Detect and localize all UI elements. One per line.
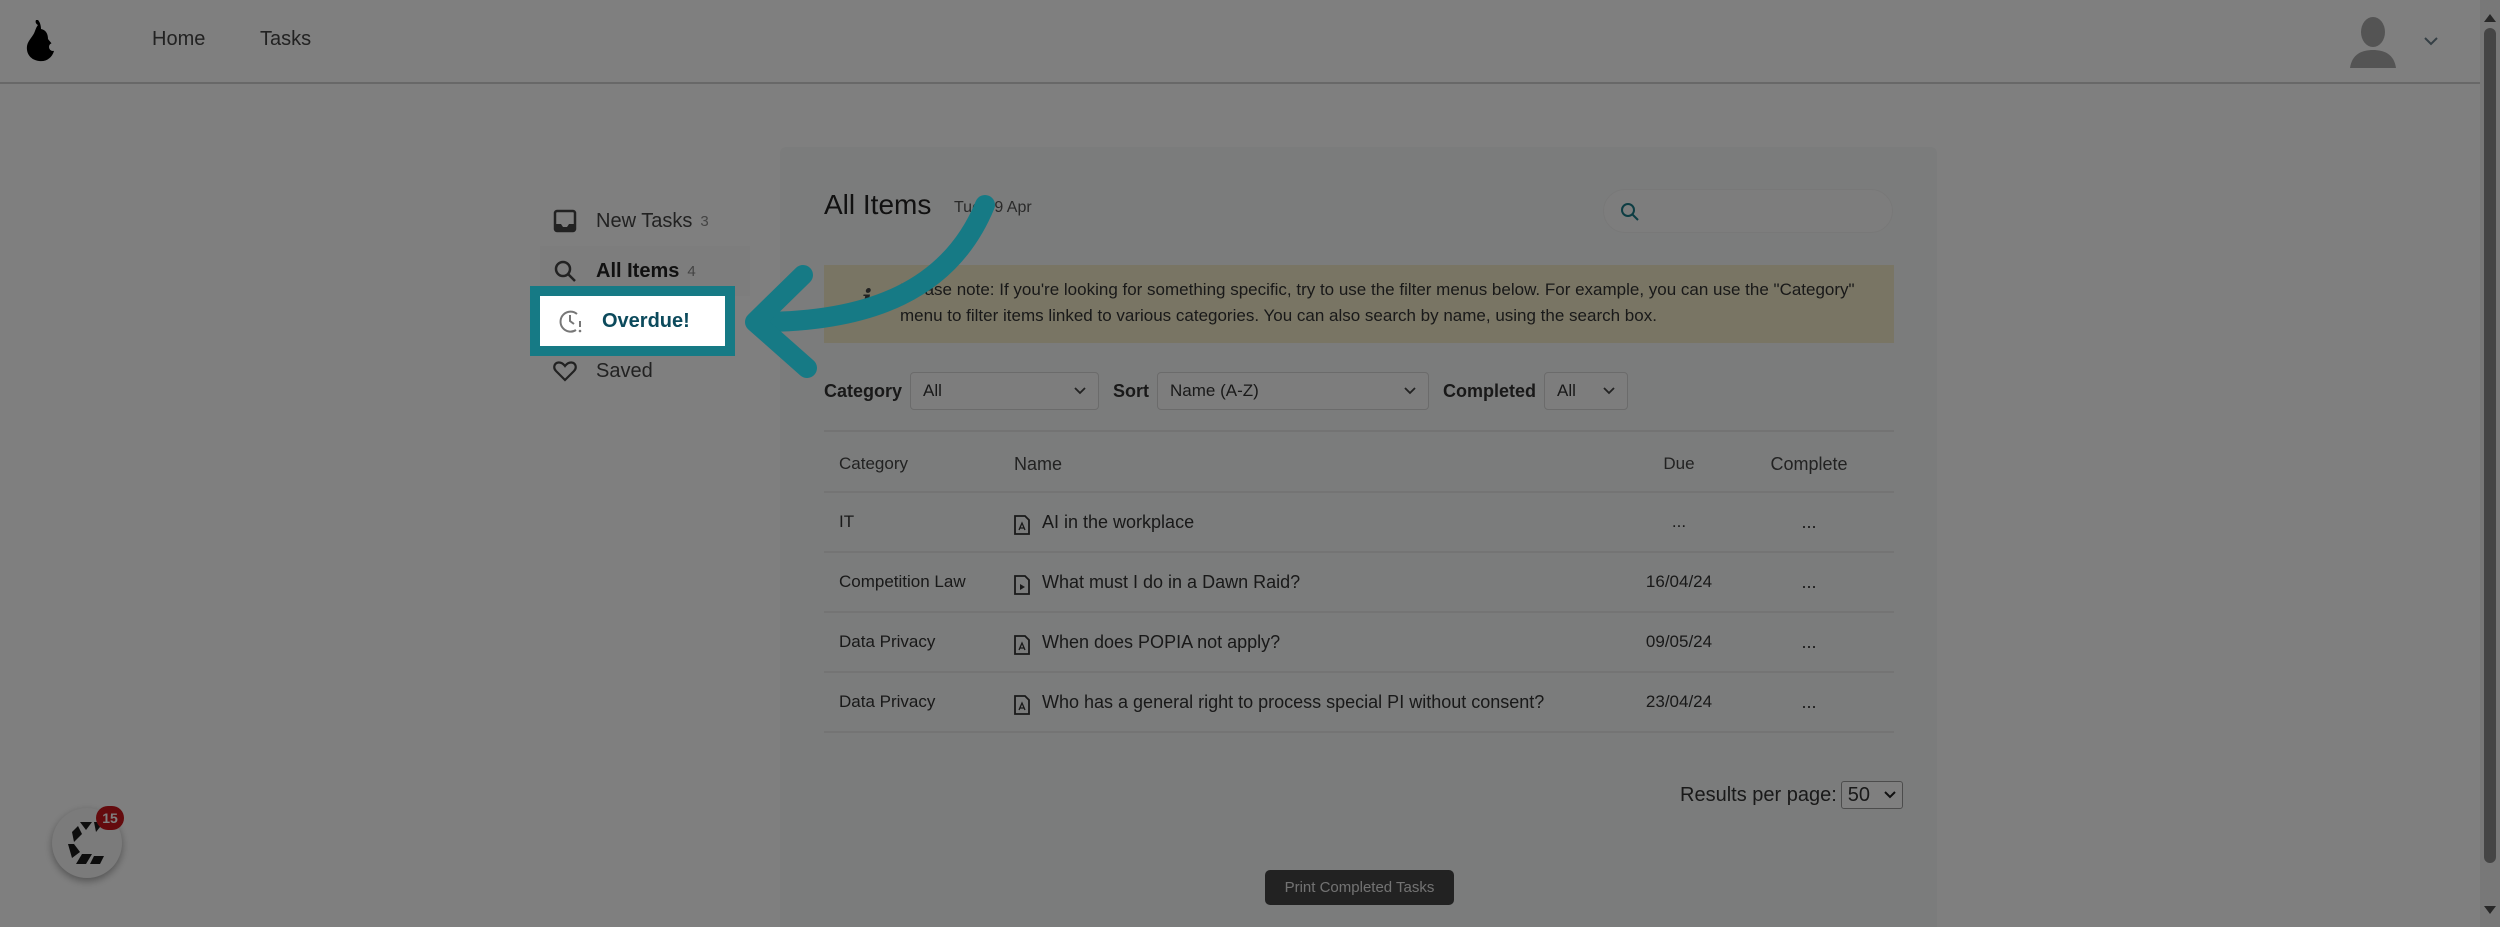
tutorial-arrow-icon [745, 195, 995, 378]
